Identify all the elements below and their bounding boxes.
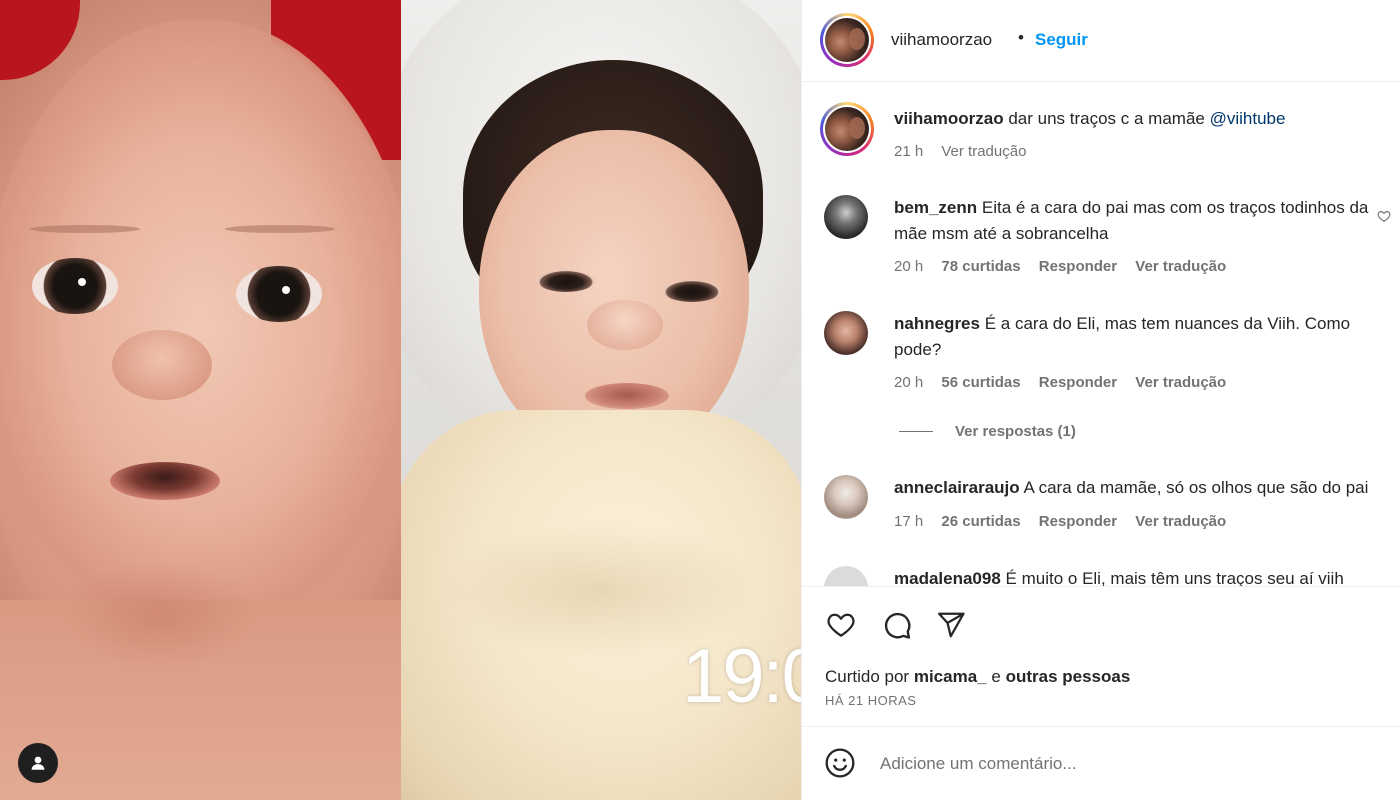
liked-by: Curtido por micama_ e outras pessoas xyxy=(825,667,1130,687)
emoji-icon xyxy=(825,748,855,778)
commenter-avatar[interactable] xyxy=(824,195,868,239)
comment-text-continued: pode? xyxy=(894,340,942,359)
comment-time: 17 h xyxy=(894,513,924,530)
comment-username[interactable]: nahnegres xyxy=(894,314,980,333)
translate-link[interactable]: Ver tradução xyxy=(1135,258,1226,275)
post-details-panel: viihamoorzao • Seguir viihamoorzao dar u… xyxy=(801,0,1400,800)
post-header: viihamoorzao • Seguir xyxy=(802,0,1400,82)
caption-mention[interactable]: @viihtube xyxy=(1210,109,1286,128)
reply-button[interactable]: Responder xyxy=(1039,258,1117,275)
comment-button[interactable] xyxy=(880,608,914,642)
emoji-button[interactable] xyxy=(824,747,856,784)
comment-text: Eita é a cara do pai mas com os traços t… xyxy=(981,198,1369,217)
caption-time: 21 h xyxy=(894,143,924,160)
comment-time: 20 h xyxy=(894,374,924,391)
caption-avatar[interactable] xyxy=(820,102,874,156)
translate-link[interactable]: Ver tradução xyxy=(1135,374,1226,391)
instagram-post-view: 19:0 viihamoorzao • Seguir xyxy=(0,0,1400,800)
like-button[interactable] xyxy=(824,608,858,642)
reply-button[interactable]: Responder xyxy=(1039,374,1117,391)
comment-icon xyxy=(884,612,911,639)
share-button[interactable] xyxy=(934,608,968,642)
baby-photo-left xyxy=(0,0,401,800)
comment-time: 20 h xyxy=(894,258,924,275)
heart-icon xyxy=(827,613,855,637)
commenter-avatar[interactable] xyxy=(824,311,868,355)
comment-username[interactable]: bem_zenn xyxy=(894,198,977,217)
follow-button[interactable]: Seguir xyxy=(1035,30,1088,50)
comment-username[interactable]: madalena098 xyxy=(894,569,1001,586)
translate-link[interactable]: Ver tradução xyxy=(1135,513,1226,530)
comment-input[interactable] xyxy=(880,749,1380,779)
comments-list[interactable]: viihamoorzao dar uns traços c a mamãe @v… xyxy=(802,83,1400,586)
user-tag-button[interactable] xyxy=(18,743,58,783)
separator-dot: • xyxy=(1018,28,1024,47)
post-media[interactable]: 19:0 xyxy=(0,0,801,800)
video-timestamp-overlay: 19:0 xyxy=(682,634,801,719)
liked-by-connector: e xyxy=(991,667,1001,686)
replies-divider xyxy=(899,431,933,432)
commenter-avatar[interactable] xyxy=(824,475,868,519)
liked-by-others[interactable]: outras pessoas xyxy=(1006,667,1131,686)
liked-by-user[interactable]: micama_ xyxy=(914,667,987,686)
comment-likes[interactable]: 56 curtidas xyxy=(941,374,1020,391)
liked-by-prefix: Curtido por xyxy=(825,667,910,686)
author-avatar[interactable] xyxy=(820,13,874,67)
post-age: HÁ 21 HORAS xyxy=(825,693,917,708)
caption-text: dar uns traços c a mamãe xyxy=(1008,109,1205,128)
send-icon xyxy=(938,612,965,638)
comment-likes[interactable]: 78 curtidas xyxy=(941,258,1020,275)
reply-button[interactable]: Responder xyxy=(1039,513,1117,530)
commenter-avatar[interactable] xyxy=(824,566,868,586)
caption-translate-link[interactable]: Ver tradução xyxy=(941,143,1026,160)
comment-like-icon[interactable] xyxy=(1377,209,1391,223)
add-comment-bar xyxy=(802,726,1400,800)
view-replies-button[interactable]: Ver respostas (1) xyxy=(955,423,1076,440)
comment-likes[interactable]: 26 curtidas xyxy=(941,513,1020,530)
comment-text: É a cara do Eli, mas tem nuances da Viih… xyxy=(984,314,1351,333)
user-tag-icon xyxy=(31,756,45,770)
caption-username[interactable]: viihamoorzao xyxy=(894,109,1004,128)
comment-text-continued: mãe msm até a sobrancelha xyxy=(894,224,1109,243)
comment-text: É muito o Eli, mais têm uns traços seu a… xyxy=(1005,569,1344,586)
comment-text: A cara da mamãe, só os olhos que são do … xyxy=(1023,478,1369,497)
author-username[interactable]: viihamoorzao xyxy=(891,30,992,50)
post-actions: Curtido por micama_ e outras pessoas HÁ … xyxy=(802,586,1400,726)
comment-username[interactable]: anneclairaraujo xyxy=(894,478,1020,497)
